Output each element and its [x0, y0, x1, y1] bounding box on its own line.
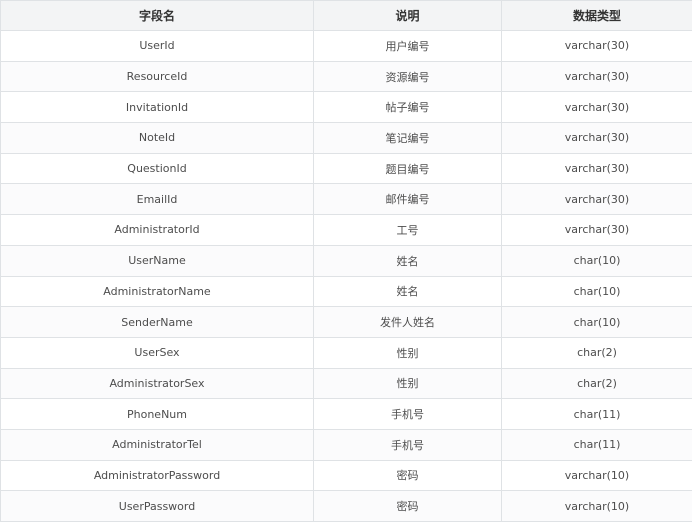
cell-description: 性别: [313, 367, 502, 400]
cell-field-name: SenderName: [0, 306, 314, 338]
table-row: AdministratorPassword 密码 varchar(10): [0, 459, 692, 492]
cell-description: 手机号: [313, 428, 502, 461]
cell-description: 密码: [313, 490, 502, 522]
table-row: UserId 用户编号 varchar(30): [0, 30, 692, 62]
header-field-name: 字段名: [0, 0, 314, 31]
table-body: UserId 用户编号 varchar(30) ResourceId 资源编号 varch…: [0, 30, 692, 522]
cell-data-type: varchar(30): [501, 183, 692, 216]
table-row: NoteId 笔记编号 varchar(30): [0, 122, 692, 154]
cell-description: 题目编号: [313, 152, 502, 185]
cell-field-name: AdministratorName: [0, 275, 314, 308]
table-row: InvitationId 帖子编号 varchar(30): [0, 91, 692, 124]
table-row: UserPassword 密码 varchar(10): [0, 490, 692, 522]
table-row: EmailId 邮件编号 varchar(30): [0, 183, 692, 216]
table-row: UserSex 性别 char(2): [0, 336, 692, 369]
cell-data-type: varchar(30): [501, 30, 692, 62]
cell-description: 用户编号: [313, 30, 502, 62]
field-definition-table: 字段名 说明 数据类型 UserId 用户编号 varchar(30) Resourc…: [0, 0, 692, 522]
table-row: QuestionId 题目编号 varchar(30): [0, 152, 692, 185]
table-row: AdministratorId 工号 varchar(30): [0, 214, 692, 246]
table-row: UserName 姓名 char(10): [0, 244, 692, 277]
cell-description: 手机号: [313, 398, 502, 430]
cell-data-type: varchar(10): [501, 490, 692, 522]
cell-field-name: AdministratorSex: [0, 367, 314, 400]
cell-field-name: ResourceId: [0, 60, 314, 93]
cell-field-name: InvitationId: [0, 91, 314, 124]
table-row: PhoneNum 手机号 char(11): [0, 398, 692, 430]
cell-description: 工号: [313, 214, 502, 246]
cell-field-name: AdministratorPassword: [0, 459, 314, 492]
cell-field-name: UserName: [0, 244, 314, 277]
cell-field-name: AdministratorId: [0, 214, 314, 246]
cell-data-type: varchar(10): [501, 459, 692, 492]
cell-field-name: UserPassword: [0, 490, 314, 522]
cell-description: 姓名: [313, 244, 502, 277]
cell-description: 性别: [313, 336, 502, 369]
cell-description: 帖子编号: [313, 91, 502, 124]
cell-field-name: AdministratorTel: [0, 428, 314, 461]
cell-description: 发件人姓名: [313, 306, 502, 338]
cell-data-type: char(10): [501, 306, 692, 338]
cell-data-type: varchar(30): [501, 152, 692, 185]
cell-data-type: char(2): [501, 336, 692, 369]
cell-description: 资源编号: [313, 60, 502, 93]
cell-field-name: PhoneNum: [0, 398, 314, 430]
table-row: AdministratorSex 性别 char(2): [0, 367, 692, 400]
cell-field-name: UserSex: [0, 336, 314, 369]
cell-description: 姓名: [313, 275, 502, 308]
cell-data-type: varchar(30): [501, 91, 692, 124]
cell-data-type: varchar(30): [501, 122, 692, 154]
table-row: AdministratorTel 手机号 char(11): [0, 428, 692, 461]
cell-data-type: char(10): [501, 275, 692, 308]
table-row: ResourceId 资源编号 varchar(30): [0, 60, 692, 93]
header-row: 字段名 说明 数据类型: [0, 0, 692, 31]
cell-data-type: char(11): [501, 398, 692, 430]
cell-field-name: UserId: [0, 30, 314, 62]
cell-field-name: EmailId: [0, 183, 314, 216]
header-description: 说明: [313, 0, 502, 31]
cell-data-type: varchar(30): [501, 60, 692, 93]
cell-data-type: char(2): [501, 367, 692, 400]
cell-description: 邮件编号: [313, 183, 502, 216]
header-data-type: 数据类型: [501, 0, 692, 31]
table-header: 字段名 说明 数据类型: [0, 0, 692, 31]
table-row: AdministratorName 姓名 char(10): [0, 275, 692, 308]
cell-field-name: QuestionId: [0, 152, 314, 185]
cell-data-type: char(10): [501, 244, 692, 277]
cell-data-type: varchar(30): [501, 214, 692, 246]
cell-field-name: NoteId: [0, 122, 314, 154]
cell-description: 密码: [313, 459, 502, 492]
table-row: SenderName 发件人姓名 char(10): [0, 306, 692, 338]
cell-data-type: char(11): [501, 428, 692, 461]
cell-description: 笔记编号: [313, 122, 502, 154]
